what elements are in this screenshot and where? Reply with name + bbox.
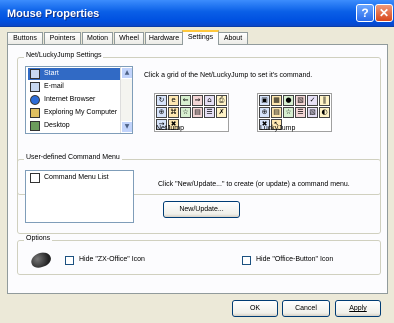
start-icon xyxy=(30,69,40,79)
new-update-button[interactable]: New/Update... xyxy=(163,201,240,218)
explore-icon xyxy=(30,108,40,118)
luckyjump-grid-cell-3-icon[interactable]: ▧ xyxy=(295,95,306,106)
luckyjump-grid-cell-8-icon[interactable]: ☆ xyxy=(283,107,294,118)
email-icon xyxy=(30,82,40,92)
netjump-grid-cell-11-icon[interactable]: ✗ xyxy=(216,107,227,118)
command-menu-group: User-defined Command Menu Command Menu L… xyxy=(17,154,381,234)
list-item-label: Exploring My Computer xyxy=(44,109,118,116)
command-menu-instruction: Click "New/Update..." to create (or upda… xyxy=(158,181,350,188)
netjump-grid-cell-7-icon[interactable]: ⌘ xyxy=(168,107,179,118)
tab-about[interactable]: About xyxy=(218,32,248,44)
luckyjump-grid-cell-1-icon[interactable]: ▦ xyxy=(271,95,282,106)
list-item-label: Start xyxy=(44,70,59,77)
luckyjump-grid-cell-9-icon[interactable]: ☰ xyxy=(295,107,306,118)
netjump-grid-cell-3-icon[interactable]: ⇒ xyxy=(192,95,203,106)
scroll-up-icon[interactable]: ▲ xyxy=(121,67,132,79)
netjump-grid-cell-5-icon[interactable]: ⎙ xyxy=(216,95,227,106)
list-item-desktop[interactable]: Desktop xyxy=(28,120,128,132)
netjump-label: NetJump xyxy=(156,125,185,132)
desktop-icon xyxy=(30,121,40,131)
netjump-grid-cell-10-icon[interactable]: ☰ xyxy=(204,107,215,118)
command-menu-list[interactable]: Command Menu List xyxy=(25,170,134,223)
title-bar[interactable]: Mouse Properties ? ✕ xyxy=(0,0,394,27)
tab-pointers[interactable]: Pointers xyxy=(44,32,81,44)
netjump-grid-cell-4-icon[interactable]: ⌂ xyxy=(204,95,215,106)
netjump-grid-cell-6-icon[interactable]: ⊕ xyxy=(156,107,167,118)
list-item-explore[interactable]: Exploring My Computer xyxy=(28,107,128,119)
options-group: Options Hide "ZX-Office" Icon Hide "Offi… xyxy=(17,235,381,275)
luckyjump-grid-cell-10-icon[interactable]: ▧ xyxy=(307,107,318,118)
tab-settings[interactable]: Settings xyxy=(182,30,219,45)
netjump-group-title: Net/LuckyJump Settings xyxy=(24,52,104,59)
list-item-label: E-mail xyxy=(44,83,64,90)
list-item-start[interactable]: Start xyxy=(28,68,128,80)
window-title: Mouse Properties xyxy=(7,8,100,20)
luckyjump-grid-cell-11-icon[interactable]: ◐ xyxy=(319,107,330,118)
list-item-label: Desktop xyxy=(44,122,70,129)
netjump-grid-cell-1-icon[interactable]: e xyxy=(168,95,179,106)
luckyjump-grid-cell-5-icon[interactable]: ‖ xyxy=(319,95,330,106)
mouse-icon xyxy=(29,250,53,270)
list-item-email[interactable]: E-mail xyxy=(28,81,128,93)
command-menu-group-title: User-defined Command Menu xyxy=(24,154,122,161)
netjump-grid-cell-8-icon[interactable]: ☆ xyxy=(180,107,191,118)
list-icon xyxy=(30,173,40,183)
settings-panel: Net/LuckyJump Settings Start E-mail Inte… xyxy=(7,44,388,294)
options-group-title: Options xyxy=(24,235,53,242)
apply-button[interactable]: Apply xyxy=(335,300,381,317)
luckyjump-label: LuckyJump xyxy=(260,125,296,132)
hide-zx-office-label: Hide "ZX-Office" Icon xyxy=(79,256,145,263)
list-item-label: Internet Browser xyxy=(44,96,96,103)
netjump-list[interactable]: Start E-mail Internet Browser Exploring … xyxy=(25,66,133,134)
luckyjump-grid-cell-4-icon[interactable]: ✓ xyxy=(307,95,318,106)
help-button[interactable]: ? xyxy=(356,4,374,22)
internet-explorer-icon xyxy=(30,95,40,105)
hide-office-button-label: Hide "Office-Button" Icon xyxy=(256,256,334,263)
list-scrollbar[interactable]: ▲ ▼ xyxy=(120,67,132,133)
close-button[interactable]: ✕ xyxy=(375,4,393,22)
tab-hardware[interactable]: Hardware xyxy=(145,32,183,44)
list-item-label: Command Menu List xyxy=(44,174,109,181)
luckyjump-grid-cell-6-icon[interactable]: ⊕ xyxy=(259,107,270,118)
tab-buttons[interactable]: Buttons xyxy=(7,32,43,44)
luckyjump-grid-cell-0-icon[interactable]: ▣ xyxy=(259,95,270,106)
tab-motion[interactable]: Motion xyxy=(82,32,113,44)
tab-wheel[interactable]: Wheel xyxy=(114,32,144,44)
luckyjump-grid-cell-2-icon[interactable]: ● xyxy=(283,95,294,106)
luckyjump-grid-cell-7-icon[interactable]: ▤ xyxy=(271,107,282,118)
scroll-down-icon[interactable]: ▼ xyxy=(121,121,132,133)
hide-office-button-checkbox[interactable] xyxy=(242,256,251,265)
netjump-grid-cell-0-icon[interactable]: ↻ xyxy=(156,95,167,106)
ok-button[interactable]: OK xyxy=(232,300,278,317)
hide-zx-office-checkbox[interactable] xyxy=(65,256,74,265)
cancel-button[interactable]: Cancel xyxy=(282,300,330,317)
netjump-grid-cell-9-icon[interactable]: ▤ xyxy=(192,107,203,118)
list-item-browser[interactable]: Internet Browser xyxy=(28,94,128,106)
netjump-grid-cell-2-icon[interactable]: ⇐ xyxy=(180,95,191,106)
list-item-command-menu[interactable]: Command Menu List xyxy=(28,172,128,184)
netjump-instruction: Click a grid of the Net/LuckyJump to set… xyxy=(144,72,313,79)
